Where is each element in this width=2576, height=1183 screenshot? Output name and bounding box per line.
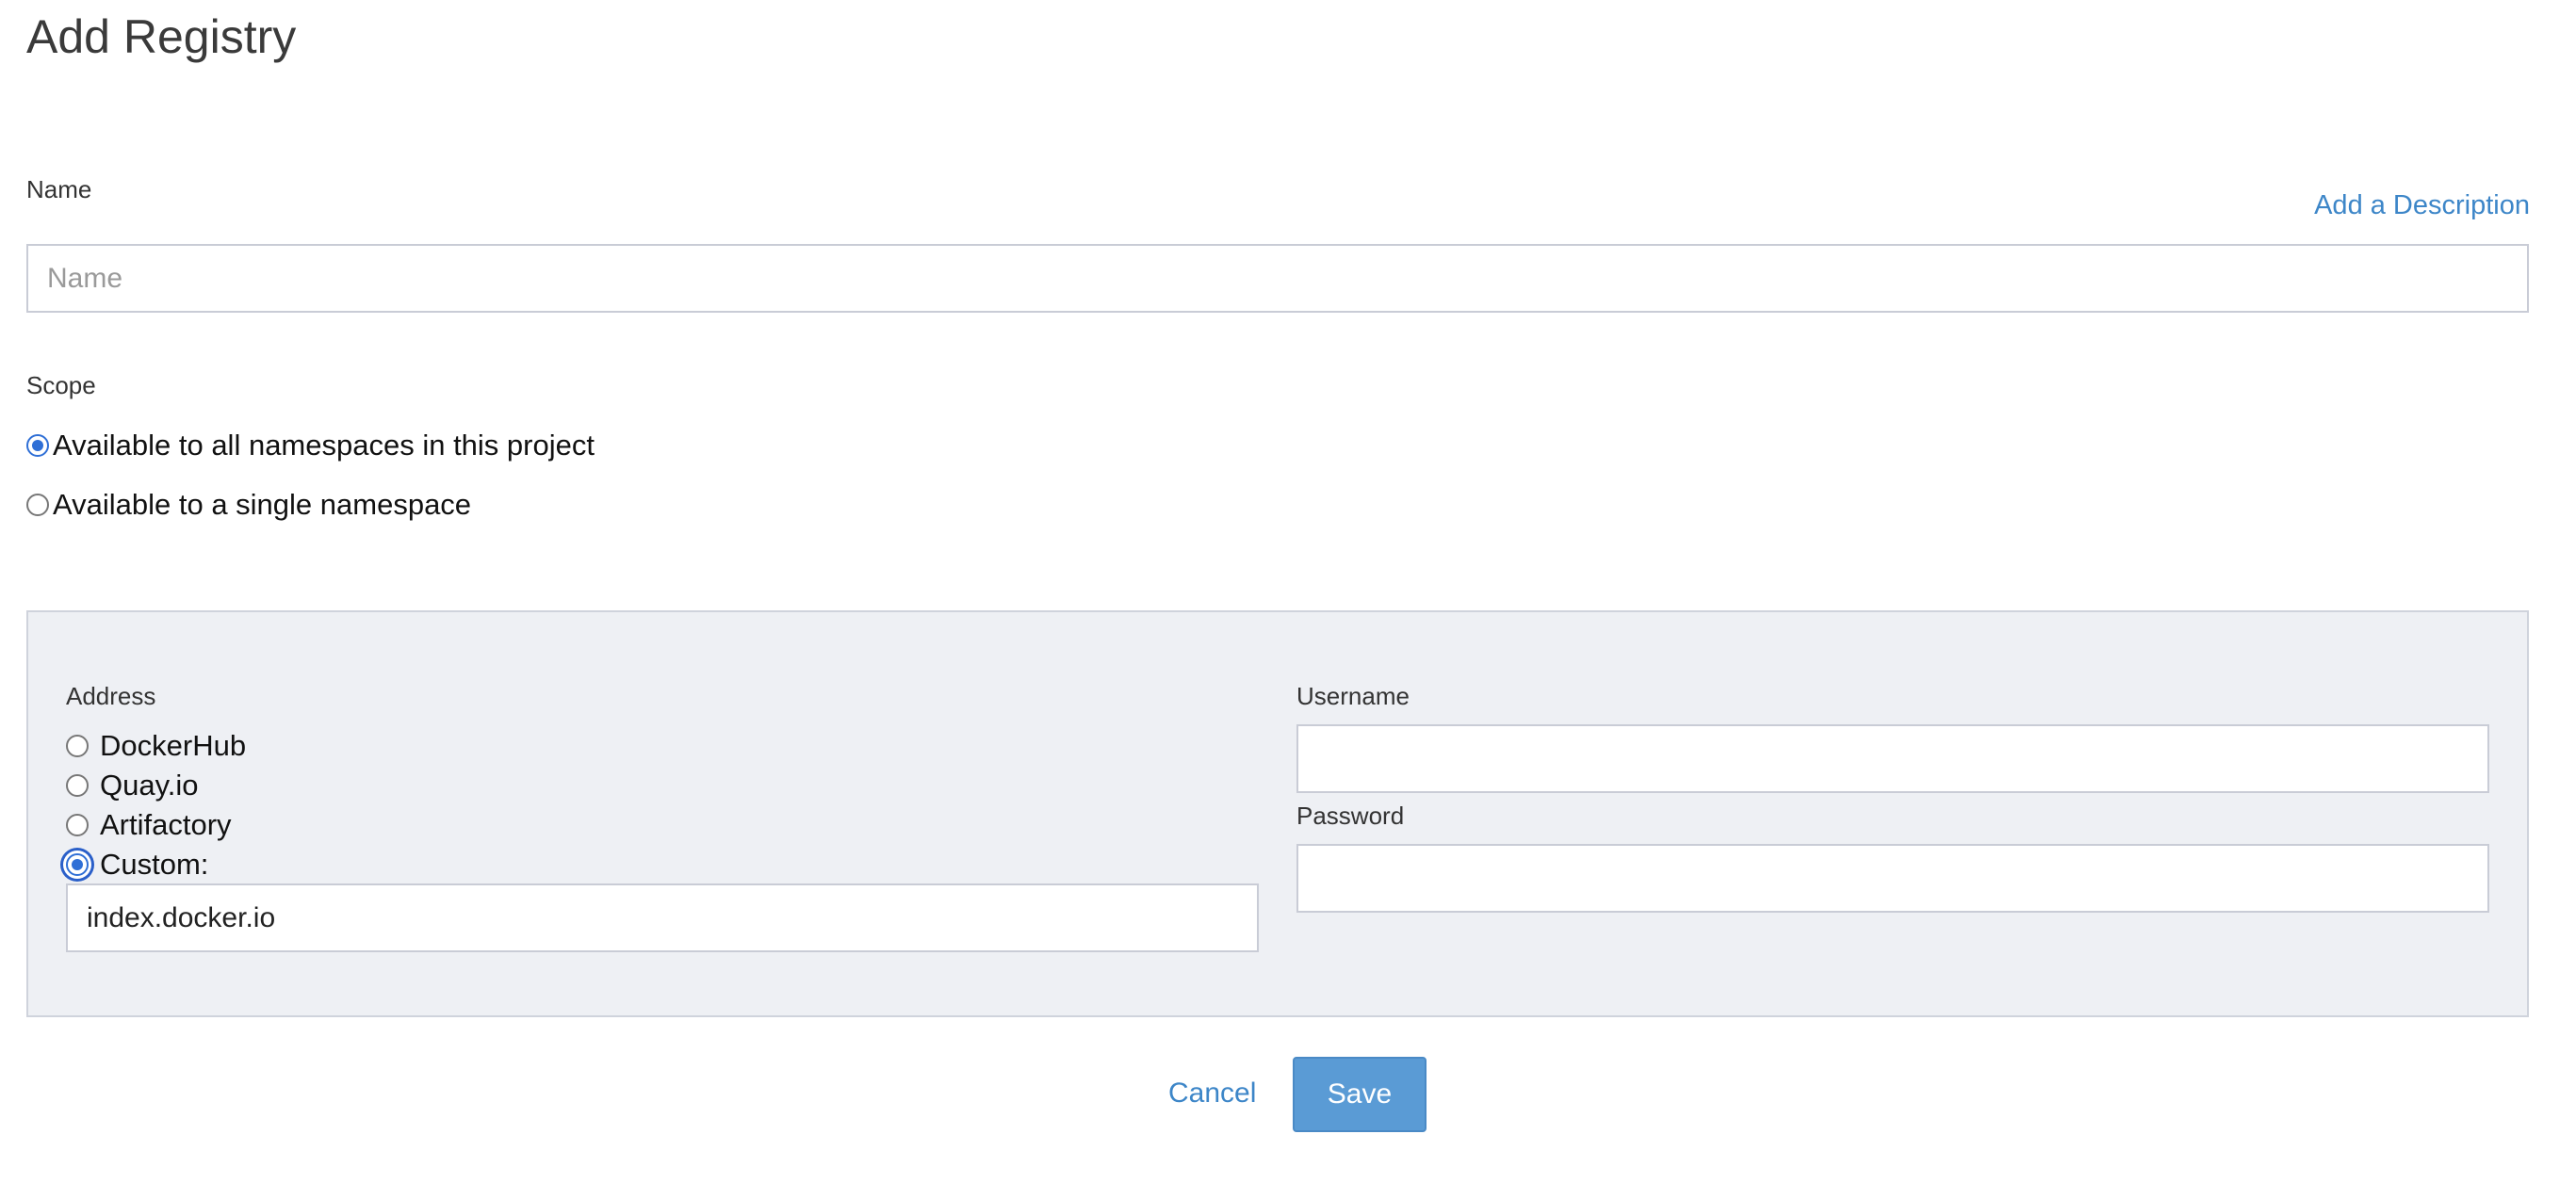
custom-address-input[interactable] xyxy=(66,883,1259,952)
address-option-label: Artifactory xyxy=(100,808,232,841)
artifactory-radio[interactable] xyxy=(66,814,89,836)
password-label: Password xyxy=(1296,802,1405,830)
address-label: Address xyxy=(66,682,156,710)
name-label: Name xyxy=(26,175,92,203)
scope-option-all-namespaces[interactable]: Available to all namespaces in this proj… xyxy=(26,429,595,462)
address-option-artifactory[interactable]: Artifactory xyxy=(66,808,232,842)
address-option-quay[interactable]: Quay.io xyxy=(66,769,199,802)
address-option-dockerhub[interactable]: DockerHub xyxy=(66,729,246,763)
scope-all-namespaces-radio[interactable] xyxy=(26,434,49,457)
username-input[interactable] xyxy=(1296,724,2489,793)
save-button[interactable]: Save xyxy=(1293,1057,1427,1132)
address-option-label: Custom: xyxy=(100,848,209,881)
scope-label: Scope xyxy=(26,371,96,399)
address-option-custom[interactable]: Custom: xyxy=(66,848,208,882)
custom-radio[interactable] xyxy=(66,853,89,876)
scope-option-single-namespace[interactable]: Available to a single namespace xyxy=(26,488,471,522)
password-input[interactable] xyxy=(1296,844,2489,913)
add-description-link[interactable]: Add a Description xyxy=(2314,190,2530,221)
username-label: Username xyxy=(1296,682,1410,710)
scope-option-label: Available to all namespaces in this proj… xyxy=(53,429,595,462)
cancel-button[interactable]: Cancel xyxy=(1168,1078,1256,1110)
dockerhub-radio[interactable] xyxy=(66,735,89,757)
add-registry-page: Add Registry Name Add a Description Scop… xyxy=(0,0,2576,1183)
scope-option-label: Available to a single namespace xyxy=(53,488,472,521)
address-option-label: DockerHub xyxy=(100,729,247,762)
quay-radio[interactable] xyxy=(66,774,89,797)
address-option-label: Quay.io xyxy=(100,769,199,802)
registry-config-panel xyxy=(26,610,2529,1017)
page-title: Add Registry xyxy=(26,10,297,63)
scope-single-namespace-radio[interactable] xyxy=(26,494,49,516)
name-input[interactable] xyxy=(26,244,2529,313)
